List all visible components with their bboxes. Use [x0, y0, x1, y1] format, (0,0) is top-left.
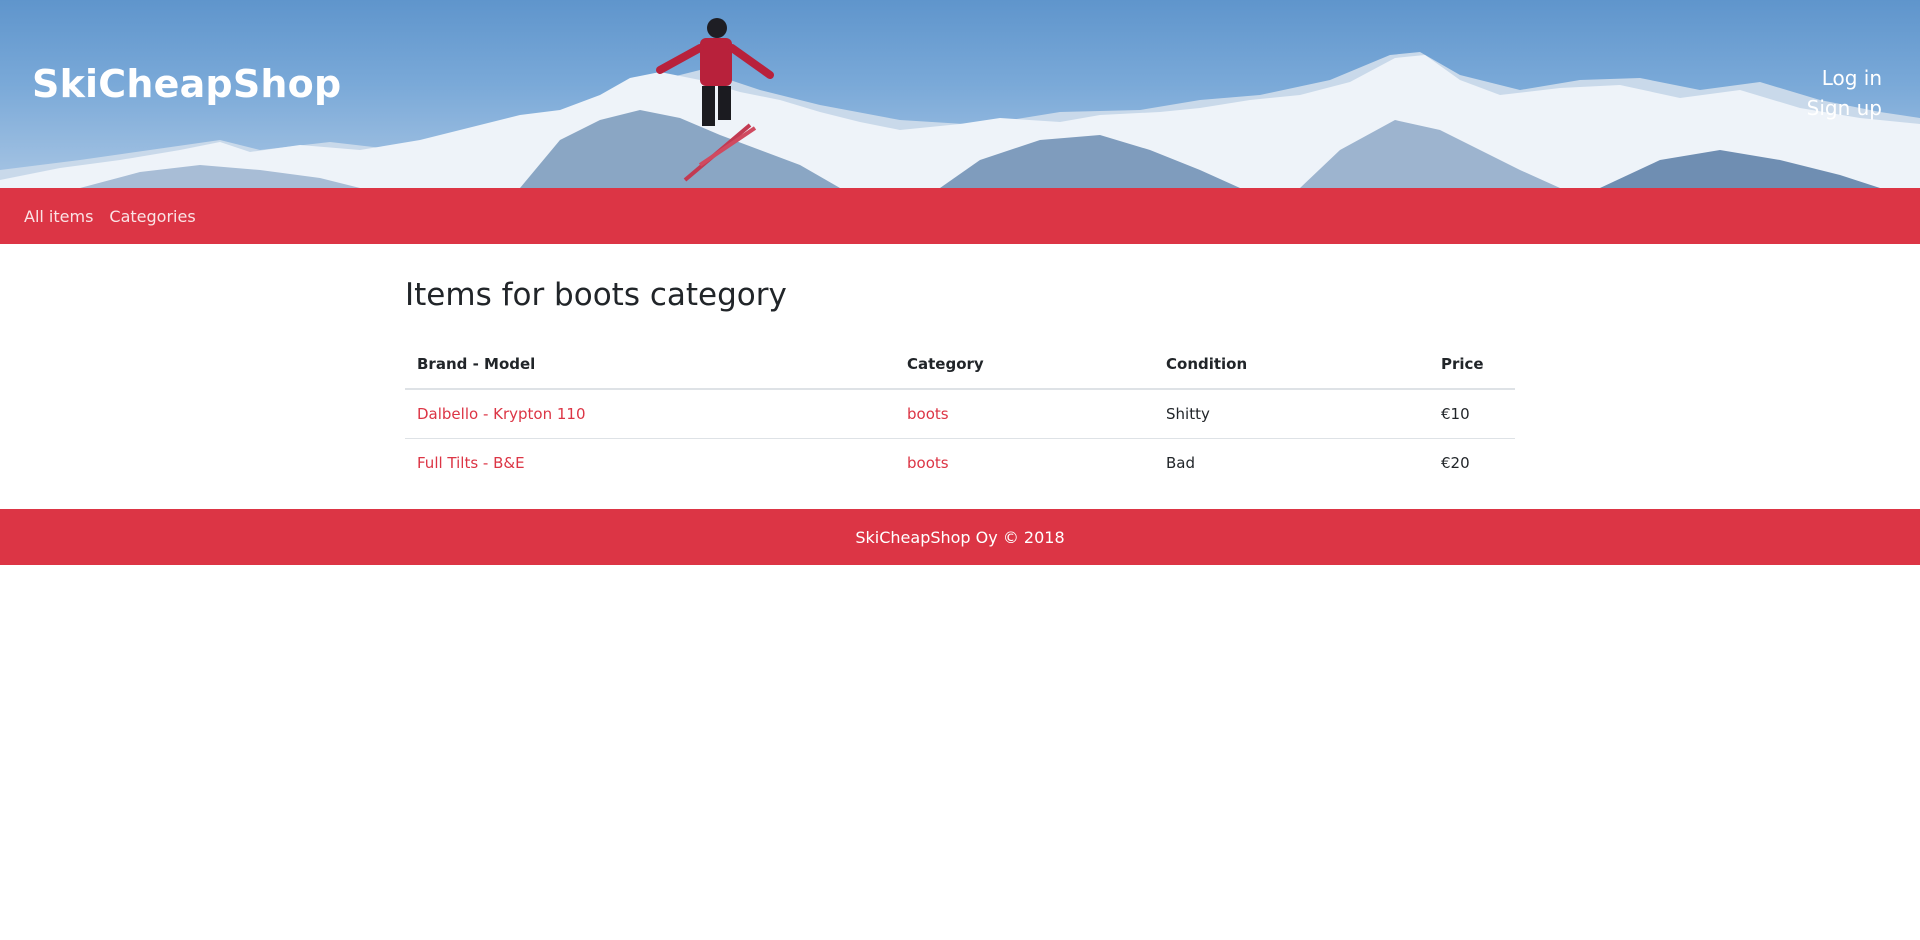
- cell-brand-model: Full Tilts - B&E: [405, 439, 895, 488]
- header-banner: SkiCheapShop Log in Sign up: [0, 0, 1920, 188]
- cell-category: boots: [895, 439, 1154, 488]
- login-link[interactable]: Log in: [1807, 66, 1882, 90]
- cell-price: €20: [1441, 454, 1470, 472]
- items-table: Brand - Model Category Condition Price D…: [405, 339, 1515, 487]
- main-navbar: All items Categories: [0, 188, 1920, 244]
- item-link[interactable]: Dalbello - Krypton 110: [417, 405, 586, 423]
- items-table-head: Brand - Model Category Condition Price: [405, 339, 1515, 390]
- main-content: Items for boots category Brand - Model C…: [405, 244, 1515, 487]
- items-table-body: Dalbello - Krypton 110 boots Shitty €10 …: [405, 389, 1515, 487]
- column-header-brand-model: Brand - Model: [405, 339, 895, 390]
- column-header-category: Category: [895, 339, 1154, 390]
- auth-links: Log in Sign up: [1807, 66, 1882, 120]
- table-header-row: Brand - Model Category Condition Price: [405, 339, 1515, 390]
- table-row: Full Tilts - B&E boots Bad €20: [405, 439, 1515, 488]
- cell-brand-model: Dalbello - Krypton 110: [405, 389, 895, 439]
- nav-all-items-link[interactable]: All items: [24, 207, 93, 226]
- cell-condition: Shitty: [1154, 389, 1429, 439]
- cell-category: boots: [895, 389, 1154, 439]
- category-link[interactable]: boots: [907, 405, 949, 423]
- column-header-price: Price: [1429, 339, 1515, 390]
- page-footer: SkiCheapShop Oy © 2018: [0, 509, 1920, 565]
- table-row: Dalbello - Krypton 110 boots Shitty €10: [405, 389, 1515, 439]
- brand-logo-link[interactable]: SkiCheapShop: [32, 62, 341, 106]
- nav-categories-link[interactable]: Categories: [109, 207, 195, 226]
- page: SkiCheapShop Log in Sign up All items Ca…: [0, 0, 1920, 940]
- item-link[interactable]: Full Tilts - B&E: [417, 454, 525, 472]
- page-title: Items for boots category: [405, 277, 787, 313]
- category-link[interactable]: boots: [907, 454, 949, 472]
- signup-link[interactable]: Sign up: [1807, 96, 1882, 120]
- footer-copyright: SkiCheapShop Oy © 2018: [855, 527, 1065, 547]
- cell-condition: Bad: [1166, 454, 1196, 472]
- column-header-condition: Condition: [1154, 339, 1429, 390]
- cell-price: €10: [1429, 389, 1515, 439]
